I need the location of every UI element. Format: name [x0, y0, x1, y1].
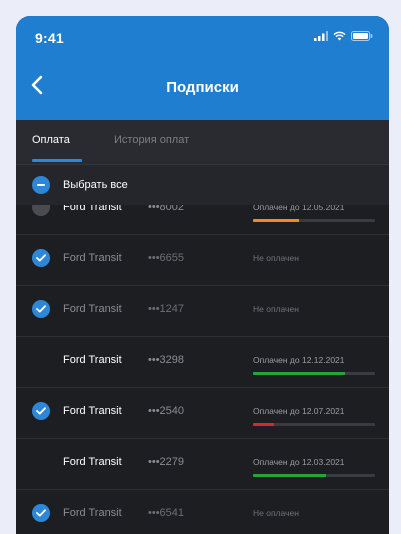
status-bar: 9:41 — [16, 16, 389, 56]
subscription-row[interactable]: Ford Transit •••2540 Оплачен до 12.07.2021 — [16, 387, 389, 439]
battery-icon — [351, 31, 373, 41]
progress-fill — [253, 372, 345, 375]
checkmark-icon[interactable] — [32, 504, 50, 522]
tab-payment-history[interactable]: История оплат — [114, 134, 189, 146]
payment-status: Оплачен до 12.05.2021 — [253, 205, 345, 212]
payment-status: Не оплачен — [253, 304, 299, 314]
progress-fill — [253, 219, 300, 222]
vehicle-plate: •••6541 — [148, 507, 185, 519]
navigation-bar: Подписки — [16, 68, 389, 108]
subscription-row[interactable]: Ford Transit •••3298 Оплачен до 12.12.2021 — [16, 336, 389, 388]
payment-status: Не оплачен — [253, 253, 299, 263]
payment-status: Оплачен до 12.12.2021 — [253, 355, 345, 365]
vehicle-plate: •••6655 — [148, 252, 185, 264]
progress-fill — [253, 423, 274, 426]
vehicle-plate: •••2279 — [148, 456, 185, 468]
wifi-icon — [333, 31, 346, 41]
signal-icon — [314, 31, 328, 41]
subscription-row[interactable]: Ford Transit •••8002 Оплачен до 12.05.2021 — [16, 205, 389, 235]
select-all-label: Выбрать все — [63, 179, 128, 191]
payment-status: Оплачен до 12.03.2021 — [253, 457, 345, 467]
subscription-progress-bar — [253, 219, 375, 222]
active-tab-indicator — [32, 159, 82, 162]
subscription-row[interactable]: Ford Transit •••6541 Не оплачен — [16, 489, 389, 534]
subscription-progress-bar — [253, 474, 375, 477]
vehicle-plate: •••1247 — [148, 303, 185, 315]
subscription-list: Ford Transit •••8002 Оплачен до 12.05.2021… — [16, 205, 389, 534]
vehicle-model: Ford Transit — [63, 405, 122, 417]
tab-payment[interactable]: Оплата — [32, 134, 70, 146]
vehicle-plate: •••2540 — [148, 405, 185, 417]
tab-bar: Оплата История оплат — [16, 120, 389, 165]
page-title: Подписки — [166, 79, 239, 96]
vehicle-plate: •••8002 — [148, 205, 185, 213]
vehicle-model: Ford Transit — [63, 205, 122, 213]
status-time: 9:41 — [35, 30, 64, 46]
payment-status: Не оплачен — [253, 508, 299, 518]
subscription-progress-bar — [253, 423, 375, 426]
vehicle-model: Ford Transit — [63, 303, 122, 315]
subscription-row[interactable]: Ford Transit •••6655 Не оплачен — [16, 234, 389, 286]
status-icons — [314, 31, 373, 41]
unchecked-circle-icon[interactable] — [32, 205, 50, 216]
vehicle-plate: •••3298 — [148, 354, 185, 366]
checkmark-icon[interactable] — [32, 249, 50, 267]
checkmark-icon[interactable] — [32, 300, 50, 318]
vehicle-model: Ford Transit — [63, 354, 122, 366]
vehicle-model: Ford Transit — [63, 456, 122, 468]
phone-screen: 9:41 Подписки Оплата История оплат Выбра… — [16, 16, 389, 534]
subscription-row[interactable]: Ford Transit •••2279 Оплачен до 12.03.2021 — [16, 438, 389, 490]
deselect-minus-icon[interactable] — [32, 176, 50, 194]
subscription-progress-bar — [253, 372, 375, 375]
progress-fill — [253, 474, 327, 477]
vehicle-model: Ford Transit — [63, 507, 122, 519]
vehicle-model: Ford Transit — [63, 252, 122, 264]
payment-status: Оплачен до 12.07.2021 — [253, 406, 345, 416]
checkmark-icon[interactable] — [32, 402, 50, 420]
subscription-row[interactable]: Ford Transit •••1247 Не оплачен — [16, 285, 389, 337]
